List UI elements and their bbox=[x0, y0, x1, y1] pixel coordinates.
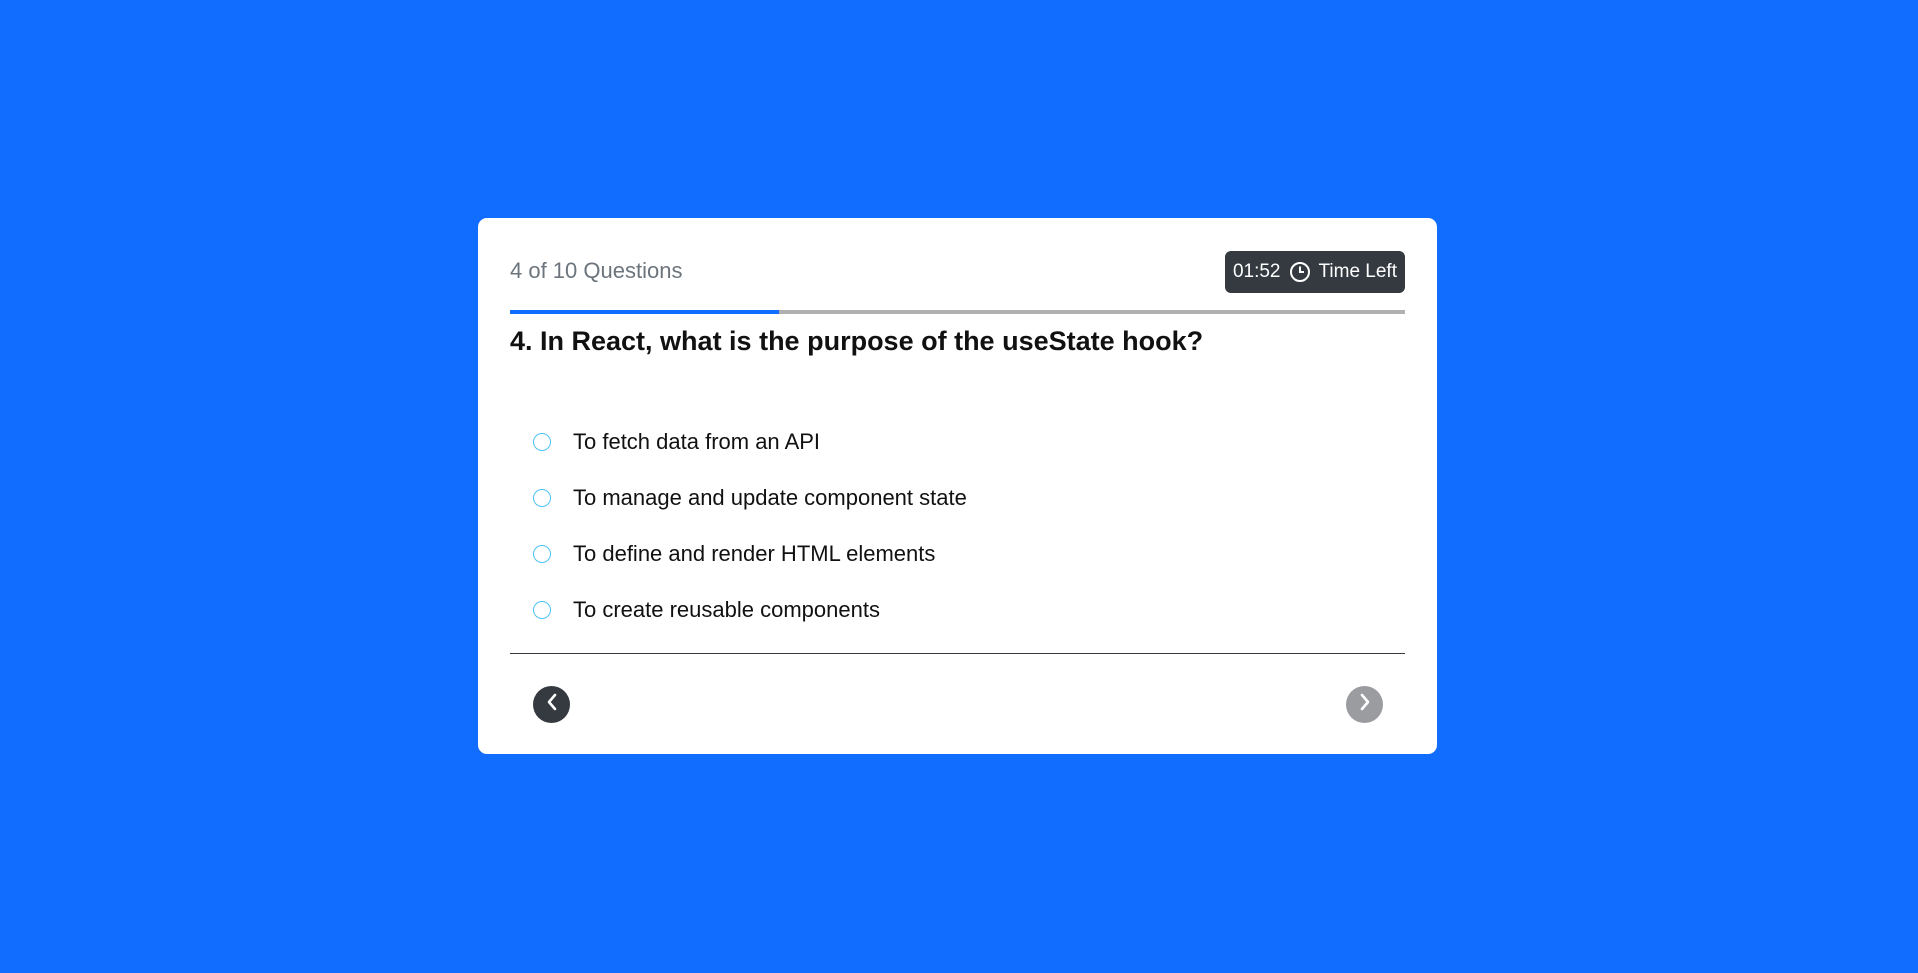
quiz-card: 4 of 10 Questions 01:52 Time Left 4. In … bbox=[478, 218, 1437, 754]
chevron-left-icon bbox=[544, 692, 560, 717]
question-counter: 4 of 10 Questions bbox=[510, 258, 683, 283]
answer-options: To fetch data from an API To manage and … bbox=[533, 414, 967, 638]
clock-icon bbox=[1289, 261, 1311, 283]
option-label: To fetch data from an API bbox=[573, 429, 821, 454]
previous-button[interactable] bbox=[533, 686, 570, 723]
answer-option[interactable]: To define and render HTML elements bbox=[533, 526, 967, 582]
answer-option[interactable]: To fetch data from an API bbox=[533, 414, 967, 470]
answer-option[interactable]: To manage and update component state bbox=[533, 470, 967, 526]
answer-option[interactable]: To create reusable components bbox=[533, 582, 967, 638]
option-label: To create reusable components bbox=[573, 597, 880, 622]
divider bbox=[510, 653, 1405, 654]
radio-button[interactable] bbox=[533, 545, 551, 563]
radio-button[interactable] bbox=[533, 489, 551, 507]
timer-value: 01:52 bbox=[1232, 261, 1281, 282]
timer-badge: 01:52 Time Left bbox=[1224, 251, 1405, 293]
timer-label: Time Left bbox=[1318, 261, 1398, 282]
progress-fill bbox=[510, 310, 779, 314]
chevron-right-icon bbox=[1357, 692, 1373, 717]
progress-bar bbox=[510, 310, 1405, 314]
radio-button[interactable] bbox=[533, 433, 551, 451]
question-text: 4. In React, what is the purpose of the … bbox=[510, 326, 1204, 356]
radio-button[interactable] bbox=[533, 601, 551, 619]
option-label: To manage and update component state bbox=[573, 485, 967, 510]
option-label: To define and render HTML elements bbox=[573, 541, 936, 566]
next-button[interactable] bbox=[1346, 686, 1383, 723]
